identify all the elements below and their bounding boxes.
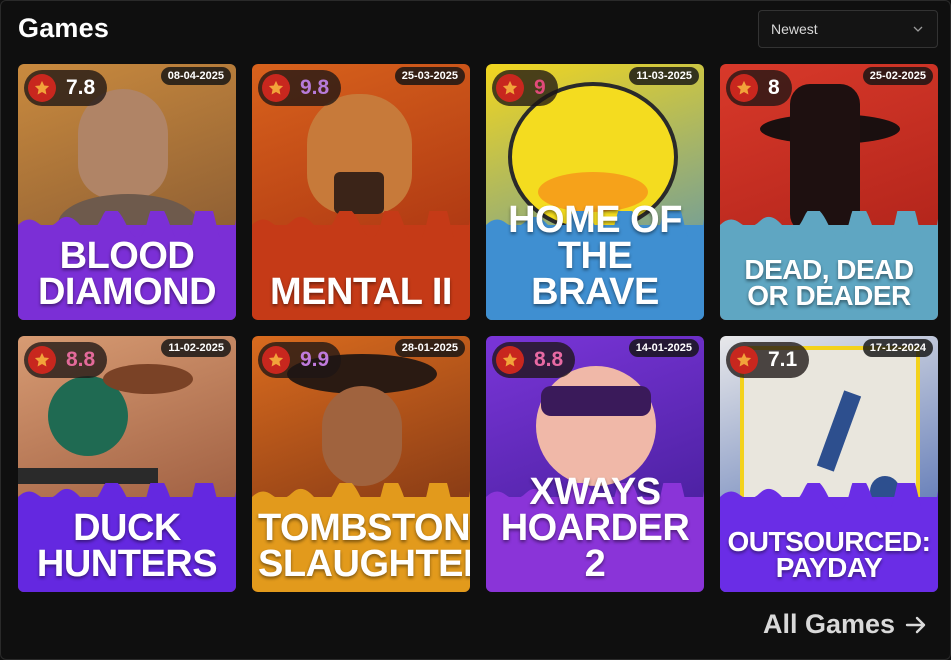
release-date: 11-03-2025: [629, 67, 699, 85]
page-title: Games: [18, 13, 110, 43]
release-date: 14-01-2025: [628, 339, 699, 357]
star-badge: [28, 74, 56, 102]
sort-dropdown[interactable]: Newest: [758, 10, 938, 48]
star-badge: [262, 74, 290, 102]
games-grid: BLOOD DIAMOND 7.8 08-04-2025 MENTAL II 9.8 25-…: [18, 64, 938, 592]
rating-score: 7.8: [66, 76, 96, 99]
star-badge: [730, 74, 758, 102]
game-title: OUTSOURCED: PAYDAY: [727, 525, 931, 584]
rating-score: 8.8: [534, 348, 564, 371]
star-badge: [28, 346, 56, 374]
release-date: 25-02-2025: [862, 67, 933, 85]
sort-selected-value: Newest: [771, 21, 818, 37]
games-panel: Games Newest BLOOD DIAMOND 7.8 08-04-2025 ME…: [0, 0, 951, 660]
star-badge: [262, 346, 290, 374]
star-icon: [736, 352, 752, 367]
game-title: HOME OF THE BRAVE: [508, 198, 682, 313]
game-card[interactable]: HOME OF THE BRAVE 9 11-03-2025: [486, 64, 704, 320]
rating-score: 9.8: [300, 76, 330, 99]
rating-badge: 9.9: [258, 342, 342, 378]
star-badge: [496, 74, 524, 102]
star-icon: [34, 352, 50, 367]
rating-badge: 8.8: [492, 342, 576, 378]
game-card[interactable]: XWAYS HOARDER 2 8.8 14-01-2025: [486, 336, 704, 592]
game-title: XWAYS HOARDER 2: [500, 470, 690, 585]
game-title: BLOOD DIAMOND: [37, 234, 217, 313]
star-icon: [268, 80, 284, 95]
rating-score: 8: [768, 76, 780, 99]
star-icon: [34, 80, 50, 95]
rating-score: 8.8: [66, 348, 96, 371]
star-badge: [496, 346, 524, 374]
game-card[interactable]: DUCK HUNTERS 8.8 11-02-2025: [18, 336, 236, 592]
game-card[interactable]: MENTAL II 9.8 25-03-2025: [252, 64, 470, 320]
release-date: 08-04-2025: [160, 67, 231, 85]
game-card[interactable]: DEAD, DEAD OR DEADER 8 25-02-2025: [720, 64, 938, 320]
star-badge: [730, 346, 758, 374]
game-title: DUCK HUNTERS: [36, 506, 218, 585]
arrow-right-icon: [905, 616, 926, 633]
star-icon: [502, 352, 518, 367]
release-date: 28-01-2025: [394, 339, 465, 357]
all-games-link[interactable]: All Games: [763, 609, 927, 640]
rating-badge: 7.8: [24, 70, 108, 106]
rating-score: 7.1: [768, 348, 798, 371]
rating-badge: 9.8: [258, 70, 342, 106]
game-title: TOMBSTONESLAUGHTER: [258, 506, 470, 585]
game-title: MENTAL II: [270, 270, 452, 313]
star-icon: [502, 80, 518, 95]
rating-badge: 8.8: [24, 342, 108, 378]
release-date: 25-03-2025: [394, 67, 465, 85]
game-card[interactable]: OUTSOURCED: PAYDAY 7.1 17-12-2024: [720, 336, 938, 592]
release-date: 11-02-2025: [161, 339, 231, 357]
rating-badge: 7.1: [726, 342, 810, 378]
game-title: DEAD, DEAD OR DEADER: [744, 253, 914, 312]
star-icon: [268, 352, 284, 367]
chevron-down-icon: [913, 26, 923, 32]
game-card[interactable]: TOMBSTONESLAUGHTER 9.9 28-01-2025: [252, 336, 470, 592]
all-games-label: All Games: [763, 609, 896, 639]
rating-badge: 8: [726, 70, 792, 106]
rating-badge: 9: [492, 70, 558, 106]
rating-score: 9: [534, 76, 546, 99]
rating-score: 9.9: [300, 348, 330, 371]
release-date: 17-12-2024: [862, 339, 933, 357]
star-icon: [736, 80, 752, 95]
game-card[interactable]: BLOOD DIAMOND 7.8 08-04-2025: [18, 64, 236, 320]
